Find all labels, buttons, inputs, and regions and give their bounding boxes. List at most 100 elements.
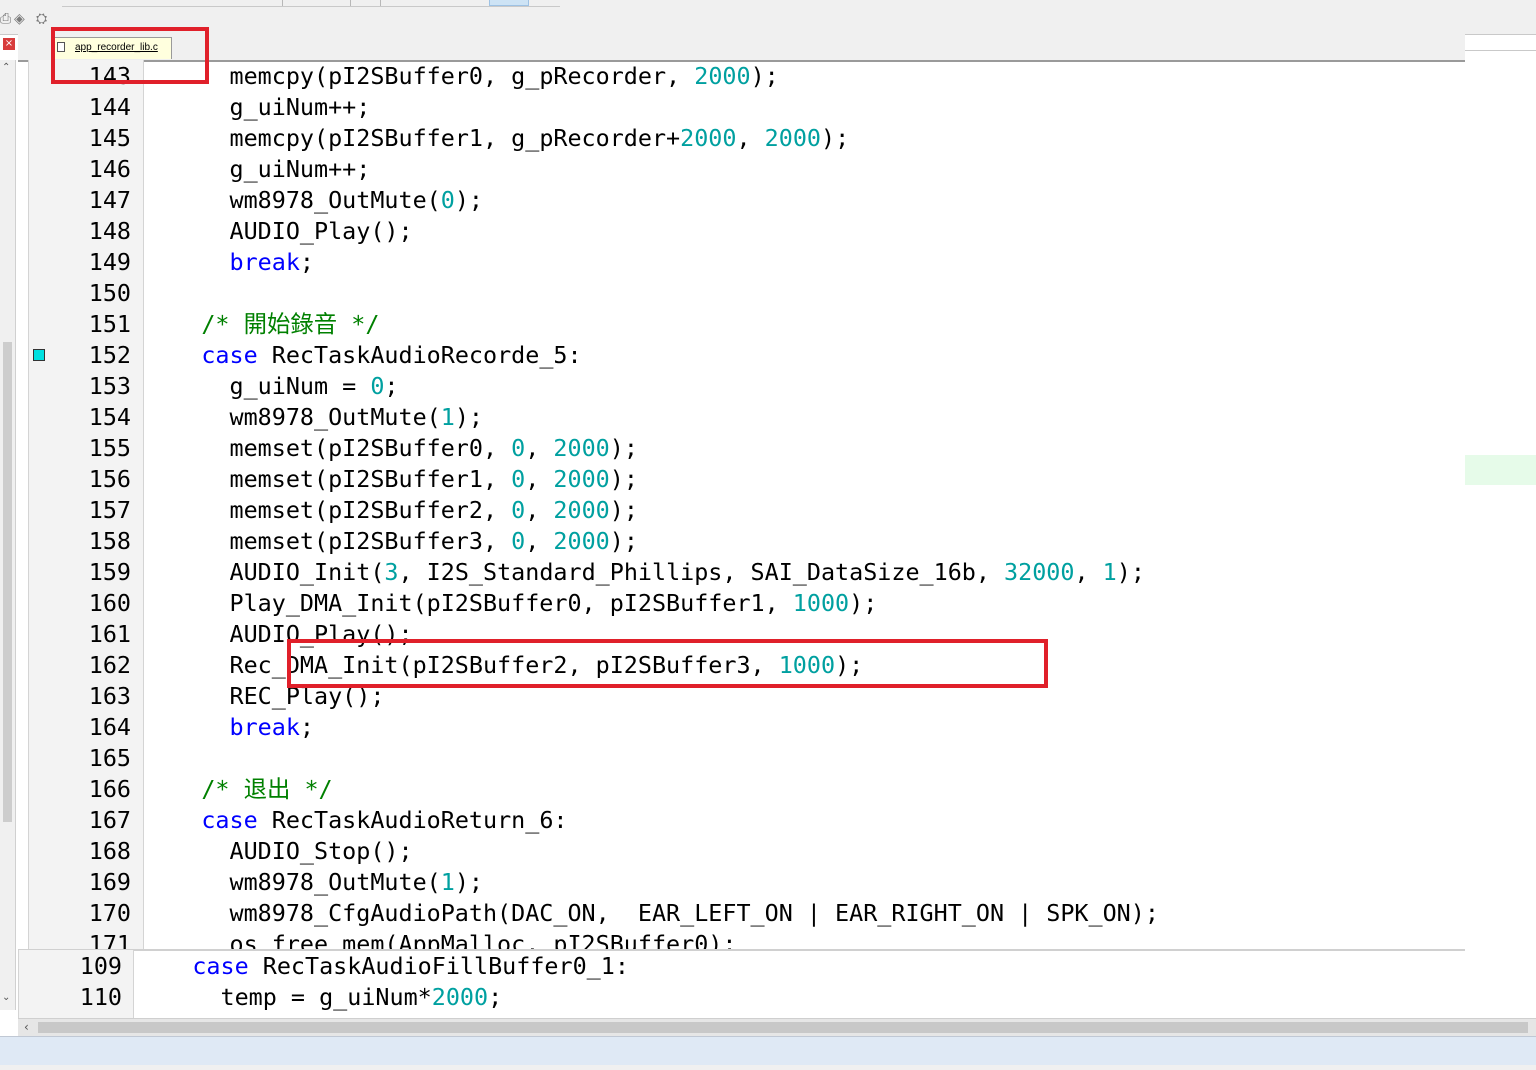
code-line[interactable]: break;	[145, 712, 315, 743]
code-line[interactable]: memcpy(pI2SBuffer1, g_pRecorder+2000, 20…	[145, 123, 849, 154]
number-token: 0	[440, 186, 455, 214]
code-line[interactable]: wm8978_CfgAudioPath(DAC_ON, EAR_LEFT_ON …	[145, 898, 1158, 929]
code-line[interactable]: temp = g_uiNum*2000;	[136, 982, 502, 1013]
line-number: 157	[88, 496, 131, 524]
code-token: );	[849, 589, 878, 617]
number-token: 0	[511, 465, 526, 493]
number-token: 0	[370, 372, 385, 400]
code-token: );	[609, 527, 638, 555]
line-number: 159	[88, 558, 131, 586]
code-editor-bottom[interactable]: 109 case RecTaskAudioFillBuffer0_1: 110 t…	[0, 951, 1465, 1018]
code-token: ,	[1074, 558, 1103, 586]
code-token: g_uiNum =	[145, 372, 371, 400]
number-token: 1	[440, 868, 455, 896]
line-number: 150	[88, 279, 131, 307]
code-line[interactable]: /* 退出 */	[145, 774, 332, 805]
code-token: wm8978_OutMute(	[145, 868, 441, 896]
code-token: );	[609, 496, 638, 524]
code-line[interactable]: case RecTaskAudioReturn_6:	[145, 805, 567, 836]
code-editor-top[interactable]: 143 memcpy(pI2SBuffer0, g_pRecorder, 200…	[0, 0, 1465, 949]
code-token: );	[821, 124, 850, 152]
code-line[interactable]: AUDIO_Stop();	[145, 836, 413, 867]
line-number: 167	[88, 806, 131, 834]
line-number: 166	[88, 775, 131, 803]
panel-divider	[1465, 50, 1536, 51]
line-number: 156	[88, 465, 131, 493]
code-line[interactable]: g_uiNum++;	[145, 154, 370, 185]
code-line[interactable]: break;	[145, 247, 315, 278]
line-number: 160	[88, 589, 131, 617]
code-line[interactable]: wm8978_OutMute(1);	[145, 402, 483, 433]
number-token: 2000	[553, 465, 610, 493]
line-number: 163	[88, 682, 131, 710]
code-line[interactable]: /* 開始錄音 */	[145, 309, 379, 340]
number-token: 2000	[553, 496, 610, 524]
line-number: 162	[88, 651, 131, 679]
code-token: ;	[299, 248, 315, 276]
code-token: Play_DMA_Init(pI2SBuffer0, pI2SBuffer1,	[145, 589, 793, 617]
code-line[interactable]: memset(pI2SBuffer0, 0, 2000);	[145, 433, 637, 464]
code-token: ,	[525, 496, 554, 524]
code-token: AUDIO_Init(	[145, 558, 385, 586]
code-token: memset(pI2SBuffer0,	[145, 434, 512, 462]
keyword-token: case	[201, 806, 258, 834]
code-token: pI2SBuffer1, g_pRecorder+	[328, 124, 681, 152]
code-line[interactable]: g_uiNum++;	[145, 92, 370, 123]
keyword-token: break	[229, 248, 300, 276]
code-token: ;	[299, 713, 315, 741]
code-token: RecTaskAudioFillBuffer0_1:	[248, 952, 629, 980]
line-number: 170	[88, 899, 131, 927]
code-line[interactable]: memcpy(pI2SBuffer0, g_pRecorder, 2000);	[145, 61, 778, 92]
code-line[interactable]: memset(pI2SBuffer3, 0, 2000);	[145, 526, 638, 557]
code-token: );	[1116, 558, 1145, 586]
number-token: 2000	[680, 124, 737, 152]
line-number: 168	[88, 837, 131, 865]
code-line[interactable]: wm8978_OutMute(1);	[145, 867, 483, 898]
code-line[interactable]: Play_DMA_Init(pI2SBuffer0, pI2SBuffer1, …	[145, 588, 877, 619]
code-token: , I2S_Standard_Phillips, SAI_DataSize_16…	[398, 558, 1005, 586]
line-number: 155	[88, 434, 131, 462]
line-number: 164	[88, 713, 131, 741]
code-line[interactable]: g_uiNum = 0;	[145, 371, 399, 402]
keyword-token: case	[201, 341, 258, 369]
line-number: 161	[88, 620, 131, 648]
line-number: 153	[88, 372, 131, 400]
number-token: 0	[511, 496, 526, 524]
line-number: 148	[88, 217, 131, 245]
code-line[interactable]: os_free_mem(AppMalloc, pI2SBuffer0);	[145, 929, 736, 949]
code-line[interactable]: memset(pI2SBuffer2, 0, 2000);	[145, 495, 638, 526]
comment-token: /* 開始錄音 */	[201, 310, 380, 338]
right-panel	[1465, 50, 1536, 1018]
code-line[interactable]: wm8978_OutMute(0);	[145, 185, 483, 216]
number-token: 3	[384, 558, 399, 586]
line-number: 158	[88, 527, 131, 555]
code-token: ,	[525, 465, 554, 493]
horizontal-scrollbar-thumb[interactable]	[38, 1022, 1528, 1033]
number-token: 32000	[1004, 558, 1075, 586]
horizontal-scrollbar[interactable]: ‹	[18, 1018, 1536, 1037]
number-token: 2000	[764, 124, 821, 152]
code-line[interactable]: case RecTaskAudioRecorde_5:	[145, 340, 581, 371]
scroll-left-arrow-icon[interactable]: ‹	[24, 1020, 29, 1034]
annotation-box-tab	[51, 27, 209, 84]
code-token: );	[454, 403, 483, 431]
code-line[interactable]: memset(pI2SBuffer1, 0, 2000);	[145, 464, 637, 495]
code-line[interactable]: AUDIO_Play();	[145, 216, 412, 247]
code-token: ,	[525, 527, 554, 555]
number-token: 0	[511, 434, 526, 462]
code-token: ,	[525, 434, 554, 462]
line-number: 145	[88, 124, 131, 152]
code-token: memset(pI2SBuffer3,	[145, 527, 512, 555]
code-token: ;	[384, 372, 399, 400]
code-token: pI2SBuffer0, g_pRecorder,	[328, 62, 695, 90]
line-number: 110	[79, 983, 122, 1011]
code-line[interactable]: case RecTaskAudioFillBuffer0_1:	[136, 951, 629, 982]
code-line[interactable]: AUDIO_Init(3, I2S_Standard_Phillips, SAI…	[145, 557, 1145, 588]
line-number: 147	[88, 186, 131, 214]
code-token: AUDIO_Stop();	[145, 837, 413, 865]
